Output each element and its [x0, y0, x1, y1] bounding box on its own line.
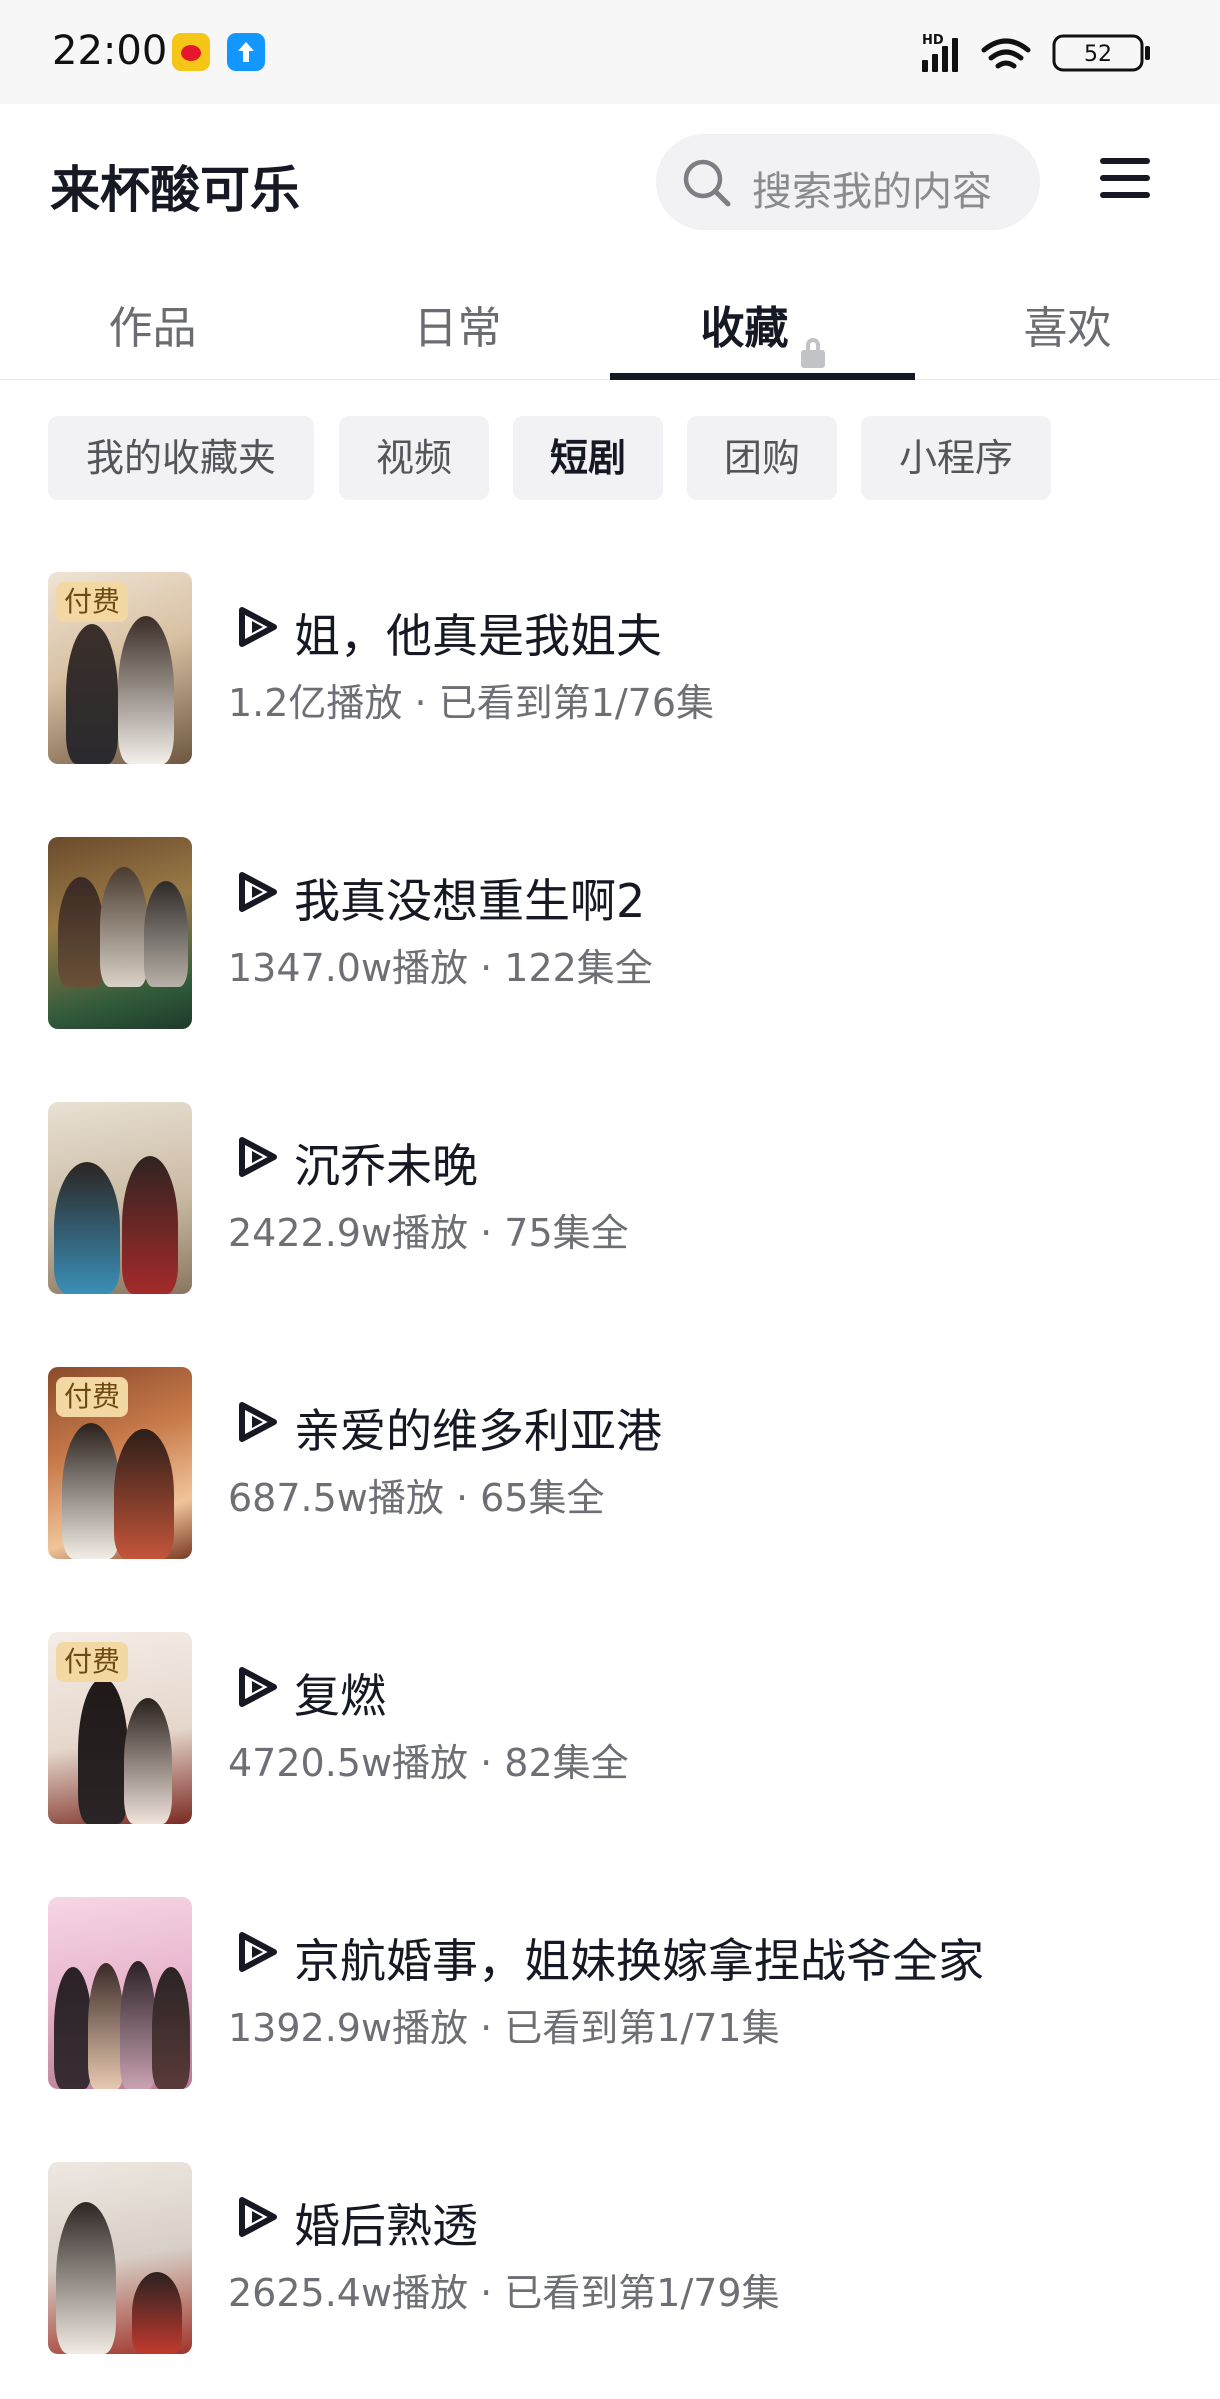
drama-title: 姐，他真是我姐夫: [294, 609, 662, 663]
status-icons: HD 52: [920, 30, 1160, 74]
tab-works[interactable]: 作品: [0, 260, 305, 380]
drama-meta: 2422.9w播放 · 75集全: [228, 1211, 629, 1255]
list-item[interactable]: 我真没想重生啊2 1347.0w播放 · 122集全: [0, 825, 1220, 1029]
list-item[interactable]: 沉乔未晚 2422.9w播放 · 75集全: [0, 1090, 1220, 1294]
drama-cover: 付费: [48, 572, 192, 764]
profile-tabs: 作品 日常 收藏 喜欢: [0, 260, 1220, 380]
tab-label: 喜欢: [1023, 303, 1112, 354]
drama-meta: 4720.5w播放 · 82集全: [228, 1741, 629, 1785]
drama-meta: 687.5w播放 · 65集全: [228, 1476, 605, 1520]
drama-cover: [48, 1102, 192, 1294]
tab-label: 日常: [413, 303, 502, 354]
list-item[interactable]: 京航婚事，姐妹换嫁拿捏战爷全家 1392.9w播放 · 已看到第1/71集: [0, 1885, 1220, 2089]
menu-icon[interactable]: [1100, 158, 1150, 206]
drama-cover: 付费: [48, 1367, 192, 1559]
status-bar: 22:00 HD 52: [0, 0, 1220, 104]
drama-cover: [48, 2162, 192, 2354]
short-drama-icon: [239, 1137, 277, 1177]
drama-title: 复燃: [294, 1669, 386, 1723]
battery-icon: 52: [1052, 34, 1150, 72]
short-drama-icon: [239, 1667, 277, 1707]
list-item[interactable]: 婚后熟透 2625.4w播放 · 已看到第1/79集: [0, 2150, 1220, 2354]
hd-label: HD: [922, 33, 944, 48]
profile-header: 来杯酸可乐 搜索我的内容: [0, 104, 1220, 260]
tab-label: 作品: [108, 303, 197, 354]
tab-daily[interactable]: 日常: [305, 260, 610, 380]
drama-meta: 1392.9w播放 · 已看到第1/71集: [228, 2006, 780, 2050]
filter-mini-programs[interactable]: 小程序: [861, 416, 1051, 500]
search-placeholder: 搜索我的内容: [752, 169, 992, 215]
filter-my-folders[interactable]: 我的收藏夹: [48, 416, 314, 500]
search-icon: [683, 159, 731, 207]
list-item[interactable]: 付费 复燃 4720.5w播放 · 82集全: [0, 1620, 1220, 1824]
filter-group-buy[interactable]: 团购: [687, 416, 837, 500]
drama-title: 亲爱的维多利亚港: [294, 1404, 662, 1458]
drama-meta: 2625.4w播放 · 已看到第1/79集: [228, 2271, 780, 2315]
paid-badge: 付费: [56, 1377, 129, 1417]
filter-short-dramas[interactable]: 短剧: [513, 416, 663, 500]
active-tab-indicator: [610, 373, 915, 380]
search-input[interactable]: 搜索我的内容: [656, 134, 1040, 230]
short-drama-icon: [239, 2197, 277, 2237]
drama-meta: 1347.0w播放 · 122集全: [228, 946, 653, 990]
favorites-filter-bar: 我的收藏夹 视频 短剧 团购 小程序: [0, 416, 1220, 500]
drama-title: 我真没想重生啊2: [294, 874, 646, 928]
paid-badge: 付费: [56, 582, 129, 622]
drama-cover: 付费: [48, 1632, 192, 1824]
short-drama-icon: [239, 1932, 277, 1972]
drama-meta: 1.2亿播放 · 已看到第1/76集: [228, 681, 715, 725]
list-item[interactable]: 付费 亲爱的维多利亚港 687.5w播放 · 65集全: [0, 1355, 1220, 1559]
drama-title: 京航婚事，姐妹换嫁拿捏战爷全家: [294, 1934, 984, 1988]
tab-favorites[interactable]: 收藏: [610, 260, 915, 380]
profile-name: 来杯酸可乐: [50, 161, 300, 219]
short-drama-icon: [239, 872, 277, 912]
paid-badge: 付费: [56, 1642, 129, 1682]
lock-icon: [800, 337, 825, 368]
weibo-notification-icon: [172, 33, 210, 71]
short-drama-icon: [239, 607, 277, 647]
tab-label: 收藏: [700, 303, 789, 354]
filter-videos[interactable]: 视频: [339, 416, 489, 500]
drama-title: 沉乔未晚: [294, 1139, 478, 1193]
status-time: 22:00: [52, 28, 168, 74]
drama-title: 婚后熟透: [294, 2199, 478, 2253]
upload-notification-icon: [227, 33, 265, 71]
tab-likes[interactable]: 喜欢: [915, 260, 1220, 380]
drama-cover: [48, 1897, 192, 2089]
list-item[interactable]: 付费 姐，他真是我姐夫 1.2亿播放 · 已看到第1/76集: [0, 560, 1220, 764]
battery-level: 52: [1084, 42, 1112, 67]
wifi-icon: [981, 38, 1031, 69]
drama-cover: [48, 837, 192, 1029]
short-drama-icon: [239, 1402, 277, 1442]
